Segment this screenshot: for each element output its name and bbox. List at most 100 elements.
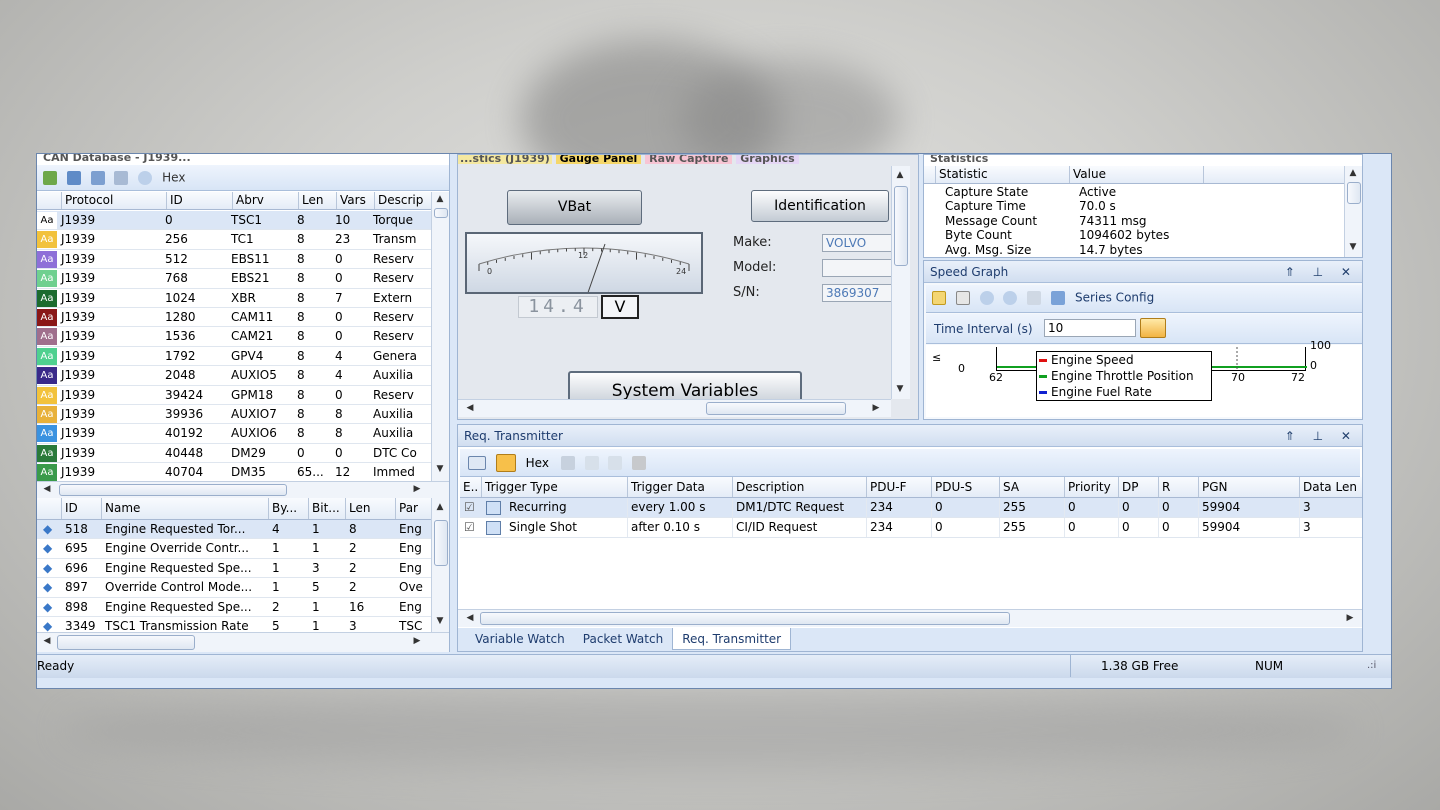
pane-controls[interactable]: ⇑ ⊥ ✕ bbox=[1285, 425, 1358, 447]
scroll-down-icon[interactable]: ▼ bbox=[432, 464, 448, 474]
scroll-left-icon[interactable]: ◀ bbox=[39, 636, 55, 646]
delete-icon[interactable] bbox=[632, 456, 647, 470]
pointer-icon[interactable] bbox=[932, 290, 946, 305]
table-row[interactable]: Aa J1939 256 TC1 8 23 Transm bbox=[37, 230, 432, 250]
pan-hand-icon[interactable] bbox=[955, 290, 970, 305]
scroll-left-icon[interactable]: ◀ bbox=[39, 484, 55, 494]
col-abrv[interactable]: Abrv bbox=[233, 192, 299, 209]
scroll-left-icon[interactable]: ◀ bbox=[462, 613, 478, 623]
col-pdu-f[interactable]: PDU-F bbox=[867, 477, 932, 497]
table-row[interactable]: ☑ Single Shot after 0.10 s CI/ID Request 234… bbox=[460, 518, 1362, 538]
col-dp[interactable]: DP bbox=[1119, 477, 1159, 497]
col-id[interactable]: ID bbox=[167, 192, 233, 209]
list-item[interactable]: ◆ 695 Engine Override Contr... 1 1 2 Eng bbox=[37, 539, 432, 559]
scroll-thumb[interactable] bbox=[59, 484, 287, 496]
table-row[interactable]: Aa J1939 1024 XBR 8 7 Extern bbox=[37, 288, 432, 308]
scroll-down-icon[interactable]: ▼ bbox=[1345, 242, 1361, 252]
col-var-param[interactable]: Par bbox=[396, 498, 432, 519]
scroll-thumb[interactable] bbox=[1347, 182, 1361, 204]
link-icon[interactable] bbox=[90, 170, 105, 185]
scroll-right-icon[interactable]: ▶ bbox=[409, 636, 425, 646]
scroll-thumb[interactable] bbox=[894, 186, 908, 266]
legend-item[interactable]: Engine Throttle Position bbox=[1039, 368, 1211, 384]
col-description[interactable]: Description bbox=[733, 477, 867, 497]
table-row[interactable]: Aa J1939 40192 AUXIO6 8 8 Auxilia bbox=[37, 424, 432, 444]
gauge-hscroll[interactable]: ◀ ▶ bbox=[458, 399, 891, 417]
col-trigger-data[interactable]: Trigger Data bbox=[628, 477, 733, 497]
add-icon[interactable] bbox=[43, 170, 57, 185]
list-item[interactable]: ◆ 518 Engine Requested Tor... 4 1 8 Eng bbox=[37, 520, 432, 540]
table-row[interactable]: Aa J1939 39424 GPM18 8 0 Reserv bbox=[37, 385, 432, 405]
crosshair-icon[interactable] bbox=[1051, 290, 1066, 305]
col-enabled[interactable]: E.. bbox=[460, 477, 482, 497]
table-row[interactable]: Aa J1939 39936 AUXIO7 8 8 Auxilia bbox=[37, 404, 432, 425]
database-vscroll[interactable]: ▲ ▼ bbox=[431, 192, 449, 482]
copy-icon[interactable] bbox=[584, 456, 599, 470]
table-row[interactable]: ☑ Recurring every 1.00 s DM1/DTC Request 234… bbox=[460, 498, 1362, 518]
new-message-icon[interactable] bbox=[468, 456, 486, 470]
database-hscroll[interactable]: ◀ ▶ bbox=[37, 481, 449, 498]
col-pdu-s[interactable]: PDU-S bbox=[932, 477, 1000, 497]
col-pgn[interactable]: PGN bbox=[1199, 477, 1300, 497]
lock-icon[interactable] bbox=[1140, 318, 1166, 338]
legend-item[interactable]: Engine Speed bbox=[1039, 352, 1211, 368]
col-value[interactable]: Value bbox=[1070, 166, 1204, 183]
table-row[interactable]: Aa J1939 512 EBS11 8 0 Reserv bbox=[37, 249, 432, 270]
enabled-checkbox[interactable]: ☑ bbox=[460, 518, 482, 537]
list-item[interactable]: ◆ 897 Override Control Mode... 1 5 2 Ove bbox=[37, 578, 432, 598]
tab-req-transmitter[interactable]: Req. Transmitter bbox=[672, 628, 792, 650]
table-row[interactable]: Aa J1939 1536 CAM21 8 0 Reserv bbox=[37, 327, 432, 347]
col-var-len[interactable]: Len bbox=[346, 498, 396, 519]
col-priority[interactable]: Priority bbox=[1065, 477, 1119, 497]
col-var-name[interactable]: Name bbox=[102, 498, 269, 519]
interval-input[interactable]: 10 bbox=[1044, 319, 1136, 337]
col-r[interactable]: R bbox=[1159, 477, 1199, 497]
search-icon[interactable] bbox=[138, 170, 153, 185]
col-len[interactable]: Len bbox=[299, 192, 337, 209]
hex-toggle[interactable]: Hex bbox=[162, 171, 185, 185]
calendar-icon[interactable] bbox=[495, 454, 516, 472]
tab-packet-watch[interactable]: Packet Watch bbox=[574, 628, 672, 650]
table-row[interactable]: Aa J1939 1280 CAM11 8 0 Reserv bbox=[37, 307, 432, 328]
unlink-icon[interactable] bbox=[114, 170, 129, 185]
scroll-down-icon[interactable]: ▼ bbox=[892, 384, 908, 394]
tab-raw-capture[interactable]: Raw Capture bbox=[645, 155, 733, 164]
transmitter-hscroll[interactable]: ◀ ▶ bbox=[458, 609, 1362, 627]
table-row[interactable]: Aa J1939 40704 DM35 65... 12 Immed bbox=[37, 463, 432, 483]
table-row[interactable]: Aa J1939 768 EBS21 8 0 Reserv bbox=[37, 269, 432, 289]
col-vars[interactable]: Vars bbox=[337, 192, 375, 209]
col-var-id[interactable]: ID bbox=[62, 498, 102, 519]
stats-vscroll[interactable]: ▲ ▼ bbox=[1344, 166, 1362, 257]
series-config-button[interactable]: Series Config bbox=[1075, 291, 1154, 305]
pane-controls[interactable]: ⇑ ⊥ ✕ bbox=[1285, 261, 1358, 283]
list-item[interactable]: ◆ 696 Engine Requested Spe... 1 3 2 Eng bbox=[37, 558, 432, 579]
tab-graphics[interactable]: Graphics bbox=[736, 155, 799, 164]
col-var-byte[interactable]: By... bbox=[269, 498, 309, 519]
enabled-checkbox[interactable]: ☑ bbox=[460, 498, 482, 517]
col-statistic[interactable]: Statistic bbox=[936, 166, 1070, 183]
paste-icon[interactable] bbox=[608, 456, 623, 470]
col-data-len[interactable]: Data Len bbox=[1300, 477, 1362, 497]
tab-diagnostics[interactable]: ...stics (J1939) bbox=[458, 155, 552, 164]
scroll-up-icon[interactable]: ▲ bbox=[1345, 168, 1361, 178]
col-description[interactable]: Descrip bbox=[375, 192, 432, 209]
legend-item[interactable]: Engine Fuel Rate bbox=[1039, 384, 1211, 400]
fit-icon[interactable] bbox=[1027, 290, 1042, 305]
make-field[interactable]: VOLVO bbox=[822, 234, 892, 252]
sn-field[interactable]: 3869307 bbox=[822, 284, 892, 302]
hex-toggle[interactable]: Hex bbox=[526, 456, 549, 470]
vbat-button[interactable]: VBat bbox=[507, 190, 642, 225]
tab-variable-watch[interactable]: Variable Watch bbox=[466, 628, 574, 650]
scroll-thumb[interactable] bbox=[480, 612, 1010, 625]
table-row[interactable]: Aa J1939 1792 GPV4 8 4 Genera bbox=[37, 346, 432, 367]
scroll-right-icon[interactable]: ▶ bbox=[1342, 613, 1358, 623]
table-row[interactable]: Aa J1939 40448 DM29 0 0 DTC Co bbox=[37, 443, 432, 464]
zoom-out-icon[interactable] bbox=[1003, 290, 1018, 305]
scroll-up-icon[interactable]: ▲ bbox=[432, 502, 448, 512]
remove-icon[interactable] bbox=[66, 170, 81, 185]
cut-icon[interactable] bbox=[560, 456, 575, 470]
scroll-thumb[interactable] bbox=[434, 520, 448, 566]
tab-gauge-panel[interactable]: Gauge Panel bbox=[555, 155, 642, 164]
variables-vscroll[interactable]: ▲ ▼ bbox=[431, 498, 449, 632]
gauge-vscroll[interactable]: ▲ ▼ bbox=[891, 166, 910, 399]
